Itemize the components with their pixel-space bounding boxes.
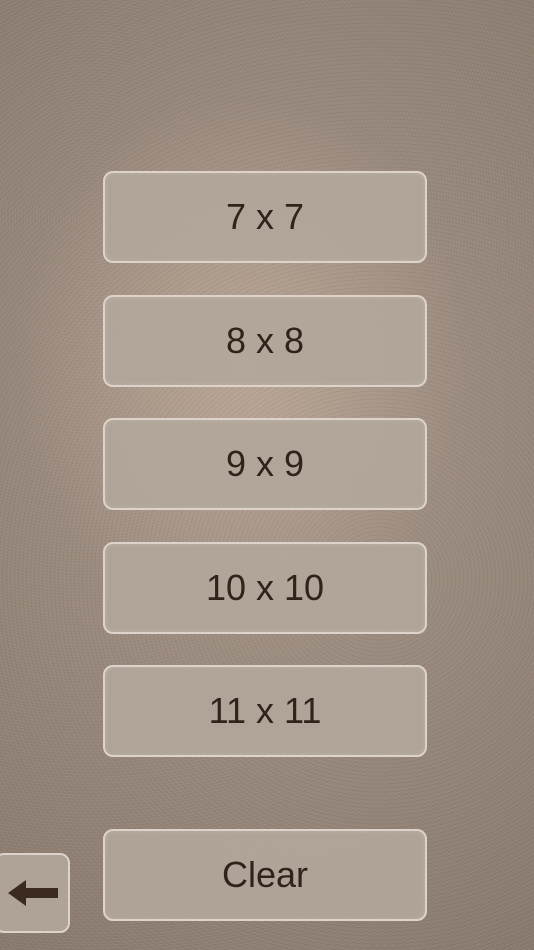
size-9x9-label: 9 x 9 [225,443,305,484]
size-8x8-button[interactable]: 8 x 8 [103,295,427,387]
size-11x11-label: 11 x 11 [208,690,322,731]
size-7x7-button[interactable]: 7 x 7 [103,171,427,263]
size-10x10-button[interactable]: 10 x 10 [103,542,427,634]
size-9x9-button[interactable]: 9 x 9 [103,418,427,510]
back-button[interactable] [0,853,70,933]
size-7x7-label: 7 x 7 [225,196,305,237]
clear-button[interactable]: Clear [103,829,427,921]
size-8x8-label: 8 x 8 [225,320,305,361]
arrow-left-icon [4,878,60,908]
clear-label: Clear [221,854,309,895]
size-11x11-button[interactable]: 11 x 11 [103,665,427,757]
size-10x10-label: 10 x 10 [205,567,325,608]
